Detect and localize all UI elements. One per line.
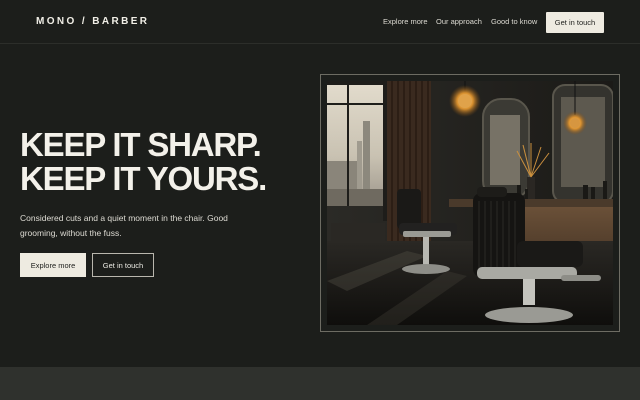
next-section-band (0, 367, 640, 400)
hero-headline: KEEP IT SHARP. KEEP IT YOURS. (20, 128, 310, 196)
hero-lead-text: Considered cuts and a quiet moment in th… (20, 213, 228, 238)
nav-link-our-approach[interactable]: Our approach (436, 17, 482, 26)
explore-more-button[interactable]: Explore more (20, 253, 86, 277)
get-in-touch-button[interactable]: Get in touch (92, 253, 154, 277)
hero-headline-line-2: KEEP IT YOURS. (20, 160, 267, 197)
nav-link-good-to-know[interactable]: Good to know (491, 17, 537, 26)
hero-headline-line-1: KEEP IT SHARP. (20, 126, 262, 163)
barbershop-interior-photo (327, 81, 613, 325)
brand-logo[interactable]: MONO / BARBER (36, 16, 149, 27)
hero-image-frame (320, 74, 620, 332)
header-get-in-touch-button[interactable]: Get in touch (546, 12, 604, 33)
nav-link-explore-more[interactable]: Explore more (383, 17, 428, 26)
site-header: MONO / BARBER Explore more Our approach … (0, 0, 640, 44)
